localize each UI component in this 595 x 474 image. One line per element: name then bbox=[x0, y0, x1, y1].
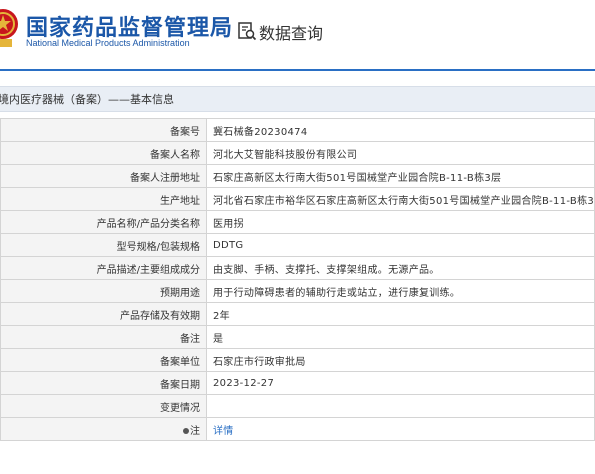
field-label: 型号规格/包装规格 bbox=[0, 233, 207, 257]
field-label: 变更情况 bbox=[0, 394, 207, 418]
site-header: 国家药品监督管理局 National Medical Products Admi… bbox=[0, 0, 595, 68]
note-dot-icon bbox=[183, 427, 189, 434]
field-value: 2023-12-27 bbox=[206, 371, 595, 395]
table-row: 备案人注册地址 石家庄高新区太行南大街501号国械堂产业园合院B-11-B栋3层 bbox=[0, 164, 595, 188]
note-value-cell: 详情 bbox=[206, 417, 595, 441]
table-row: 型号规格/包装规格 DDTG bbox=[0, 233, 595, 257]
table-row: 变更情况 bbox=[0, 394, 595, 418]
field-value: 医用拐 bbox=[206, 210, 595, 234]
table-row: 备案号 冀石械备20230474 bbox=[0, 118, 595, 142]
table-row: 备案人名称 河北大艾智能科技股份有限公司 bbox=[0, 141, 595, 165]
field-value: 河北省石家庄市裕华区石家庄高新区太行南大街501号国械堂产业园合院B-11-B栋… bbox=[206, 187, 595, 211]
field-label: 生产地址 bbox=[0, 187, 207, 211]
field-value: 河北大艾智能科技股份有限公司 bbox=[206, 141, 595, 165]
table-row: 产品存储及有效期 2年 bbox=[0, 302, 595, 326]
table-row: 备注 是 bbox=[0, 325, 595, 349]
field-label: 备案人名称 bbox=[0, 141, 207, 165]
data-query-icon bbox=[238, 22, 257, 41]
field-label: 备案号 bbox=[0, 118, 207, 142]
field-label: 产品名称/产品分类名称 bbox=[0, 210, 207, 234]
table-row: 产品名称/产品分类名称 医用拐 bbox=[0, 210, 595, 234]
field-value: 由支脚、手柄、支撑托、支撑架组成。无源产品。 bbox=[206, 256, 595, 280]
data-query-label[interactable]: 数据查询 bbox=[259, 20, 323, 44]
table-row: 预期用途 用于行动障碍患者的辅助行走或站立，进行康复训练。 bbox=[0, 279, 595, 303]
field-label: 预期用途 bbox=[0, 279, 207, 303]
field-label: 注 bbox=[190, 425, 200, 437]
field-value: 用于行动障碍患者的辅助行走或站立，进行康复训练。 bbox=[206, 279, 595, 303]
field-label: 产品存储及有效期 bbox=[0, 302, 207, 326]
field-value: 冀石械备20230474 bbox=[206, 118, 595, 142]
table-row: 注 详情 bbox=[0, 417, 595, 441]
field-value: 2年 bbox=[206, 302, 595, 326]
field-value: 是 bbox=[206, 325, 595, 349]
field-label: 备案日期 bbox=[0, 371, 207, 395]
note-label-cell: 注 bbox=[0, 417, 207, 441]
field-label: 备注 bbox=[0, 325, 207, 349]
site-subtitle: National Medical Products Administration bbox=[26, 38, 190, 48]
field-value: DDTG bbox=[206, 233, 595, 257]
field-value: 石家庄高新区太行南大街501号国械堂产业园合院B-11-B栋3层 bbox=[206, 164, 595, 188]
field-label: 备案人注册地址 bbox=[0, 164, 207, 188]
detail-link[interactable]: 详情 bbox=[213, 426, 234, 437]
field-value bbox=[206, 394, 595, 418]
table-row: 备案单位 石家庄市行政审批局 bbox=[0, 348, 595, 372]
national-emblem-icon bbox=[0, 9, 18, 47]
header-divider bbox=[0, 69, 595, 71]
table-row: 产品描述/主要组成成分 由支脚、手柄、支撑托、支撑架组成。无源产品。 bbox=[0, 256, 595, 280]
field-label: 产品描述/主要组成成分 bbox=[0, 256, 207, 280]
table-row: 备案日期 2023-12-27 bbox=[0, 371, 595, 395]
detail-table: 备案号 冀石械备20230474 备案人名称 河北大艾智能科技股份有限公司 备案… bbox=[0, 118, 595, 441]
table-row: 生产地址 河北省石家庄市裕华区石家庄高新区太行南大街501号国械堂产业园合院B-… bbox=[0, 187, 595, 211]
field-value: 石家庄市行政审批局 bbox=[206, 348, 595, 372]
section-header: 境内医疗器械（备案）——基本信息 bbox=[0, 86, 595, 112]
field-label: 备案单位 bbox=[0, 348, 207, 372]
section-title: 境内医疗器械（备案）——基本信息 bbox=[0, 93, 174, 106]
